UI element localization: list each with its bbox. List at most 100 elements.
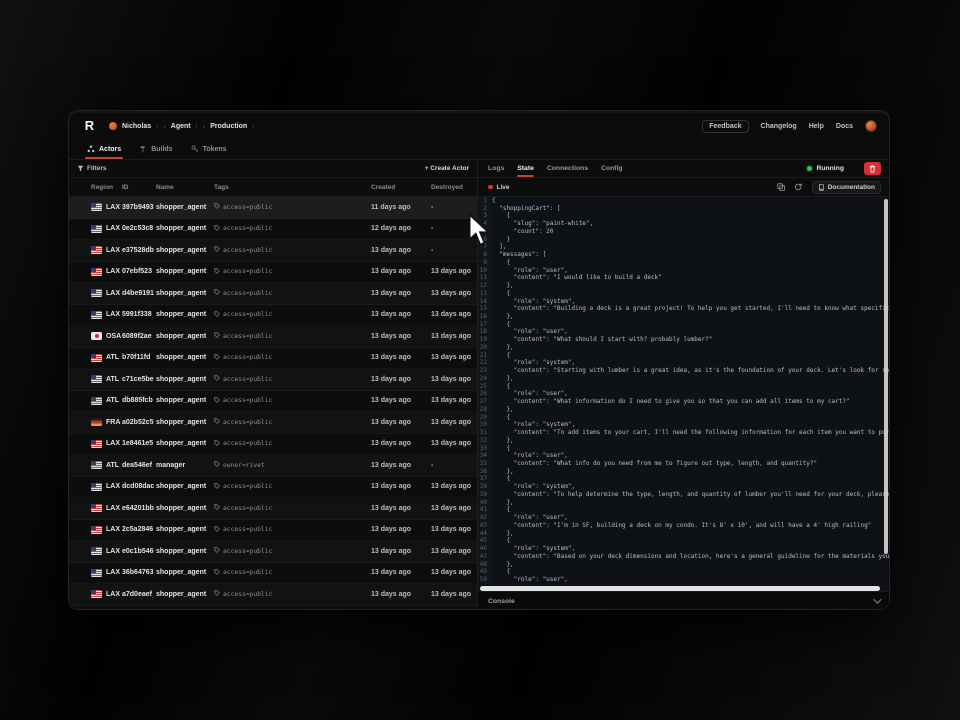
code-line: 11 "content": "I would like to build a d… <box>478 274 889 282</box>
filters-button[interactable]: Filters <box>77 165 107 172</box>
detail-tab-connections[interactable]: Connections <box>547 160 588 177</box>
tag-cell: access=public <box>214 569 371 577</box>
table-row[interactable]: LAX0e2c53c8shopper_agentaccess=public12 … <box>69 219 477 241</box>
create-actor-button[interactable]: + Create Actor <box>425 165 469 172</box>
destroyed-cell: 13 days ago <box>431 397 477 404</box>
tag-text: access=public <box>223 376 272 383</box>
table-row[interactable]: LAXdcd08dacshopper_agentaccess=public13 … <box>69 477 477 499</box>
horizontal-scrollbar[interactable] <box>480 586 880 591</box>
table-row[interactable]: ATLdb885fcbshopper_agentaccess=public13 … <box>69 391 477 413</box>
breadcrumb-item-nicholas[interactable]: Nicholas⁝ <box>109 122 158 130</box>
table-row[interactable]: LAX1e8461e5shopper_agentaccess=public13 … <box>69 434 477 456</box>
table-row[interactable]: LAXa7d0eaefshopper_agentaccess=public13 … <box>69 584 477 606</box>
table-row[interactable]: LAX36b64763shopper_agentaccess=public13 … <box>69 563 477 585</box>
copy-icon[interactable] <box>777 183 785 191</box>
actor-name: shopper_agent <box>156 505 214 512</box>
actors-panel: Filters + Create Actor RegionIDNameTagsC… <box>69 160 478 610</box>
chevron-down-icon[interactable] <box>873 595 881 603</box>
actor-id: dea546ef <box>122 462 156 469</box>
table-row[interactable]: LAX2c5a2846shopper_agentaccess=public13 … <box>69 520 477 542</box>
code-line: 36 }, <box>478 468 889 476</box>
table-row[interactable]: ATLb70f11fdshopper_agentaccess=public13 … <box>69 348 477 370</box>
state-json-viewer[interactable]: 1{2 "shoppingCart": [3 {4 "slug": "paint… <box>478 197 889 584</box>
region-code: LAX <box>106 548 120 555</box>
breadcrumb-item-production[interactable]: Production⁝ <box>210 123 254 130</box>
line-number: 39 <box>478 491 492 499</box>
table-row[interactable]: OSA6089f2aeshopper_agentaccess=public13 … <box>69 326 477 348</box>
actor-name: shopper_agent <box>156 419 214 426</box>
line-number: 26 <box>478 390 492 398</box>
destroyed-cell: 13 days ago <box>431 354 477 361</box>
region-cell: LAX <box>91 504 122 512</box>
tag-cell: access=public <box>214 504 371 512</box>
table-row[interactable]: LAXe64201bbshopper_agentaccess=public13 … <box>69 498 477 520</box>
feedback-button[interactable]: Feedback <box>702 120 748 133</box>
destroy-actor-button[interactable] <box>864 162 881 175</box>
table-row[interactable]: LAXe0c1b546shopper_agentaccess=public13 … <box>69 541 477 563</box>
detail-tab-logs[interactable]: Logs <box>488 160 504 177</box>
column-header-region[interactable]: Region <box>91 184 122 191</box>
table-row[interactable]: ATLc71ce5beshopper_agentaccess=public13 … <box>69 369 477 391</box>
table-row[interactable]: LAX5991f338shopper_agentaccess=public13 … <box>69 305 477 327</box>
docs-link[interactable]: Docs <box>836 123 853 130</box>
line-number: 44 <box>478 530 492 538</box>
breadcrumb-item-agent[interactable]: Agent⁝ <box>171 123 198 130</box>
column-header-destroyed[interactable]: Destroyed <box>431 184 477 191</box>
region-code: LAX <box>106 204 120 211</box>
code-line: 25 { <box>478 383 889 391</box>
tab-tokens[interactable]: Tokens <box>191 141 227 158</box>
table-row[interactable]: LAXd4be9191shopper_agentaccess=public13 … <box>69 283 477 305</box>
created-cell: 13 days ago <box>371 526 431 533</box>
table-row[interactable]: FRAa02b52c5shopper_agentaccess=public13 … <box>69 412 477 434</box>
desktop-background: R Nicholas⁝›Agent⁝›Production⁝ Feedback … <box>0 0 960 720</box>
actor-name: shopper_agent <box>156 483 214 490</box>
user-avatar[interactable] <box>865 120 877 132</box>
console-bar[interactable]: Console <box>478 592 889 610</box>
line-number: 10 <box>478 267 492 275</box>
column-header-created[interactable]: Created <box>371 184 431 191</box>
actor-name: shopper_agent <box>156 204 214 211</box>
us-flag-icon <box>91 203 102 211</box>
line-number: 43 <box>478 522 492 530</box>
line-number: 35 <box>478 460 492 468</box>
us-flag-icon <box>91 526 102 534</box>
detail-tab-config[interactable]: Config <box>601 160 623 177</box>
tag-text: access=public <box>223 419 272 426</box>
region-code: ATL <box>106 462 119 469</box>
destroyed-cell: - <box>431 462 477 469</box>
actor-name: shopper_agent <box>156 548 214 555</box>
tag-cell: access=public <box>214 354 371 362</box>
changelog-link[interactable]: Changelog <box>761 123 797 130</box>
documentation-button[interactable]: Documentation <box>812 181 881 194</box>
line-number: 3 <box>478 212 492 220</box>
column-header-id[interactable]: ID <box>122 184 156 191</box>
tab-actors[interactable]: Actors <box>87 141 121 158</box>
region-code: LAX <box>106 290 120 297</box>
table-row[interactable]: LAX397b9493shopper_agentaccess=public11 … <box>69 197 477 219</box>
destroyed-cell: 13 days ago <box>431 483 477 490</box>
tag-cell: access=public <box>214 547 371 555</box>
column-header-tags[interactable]: Tags <box>214 184 371 191</box>
region-cell: LAX <box>91 311 122 319</box>
table-row[interactable]: ATLdea546efmanagerowner=rivet13 days ago… <box>69 455 477 477</box>
tag-icon <box>214 268 220 276</box>
us-flag-icon <box>91 246 102 254</box>
region-code: ATL <box>106 354 119 361</box>
filters-label: Filters <box>87 165 107 172</box>
tab-builds[interactable]: Builds <box>139 141 172 158</box>
app-logo[interactable]: R <box>81 118 97 134</box>
code-line: 23 "content": "Starting with lumber is a… <box>478 367 889 375</box>
detail-tab-state[interactable]: State <box>517 160 534 177</box>
refresh-icon[interactable] <box>794 183 803 191</box>
column-header-name[interactable]: Name <box>156 184 214 191</box>
help-link[interactable]: Help <box>809 123 824 130</box>
breadcrumb-label: Nicholas <box>122 123 151 130</box>
actor-detail-panel: LogsStateConnectionsConfig Running Live <box>478 160 889 610</box>
line-content: "role": "system", <box>492 298 575 306</box>
table-row[interactable]: LAXe37528dbshopper_agentaccess=public13 … <box>69 240 477 262</box>
code-line: 1{ <box>478 197 889 205</box>
line-number: 29 <box>478 414 492 422</box>
vertical-scrollbar[interactable] <box>884 199 888 554</box>
table-row[interactable]: LAX07ebf523shopper_agentaccess=public13 … <box>69 262 477 284</box>
us-flag-icon <box>91 590 102 598</box>
